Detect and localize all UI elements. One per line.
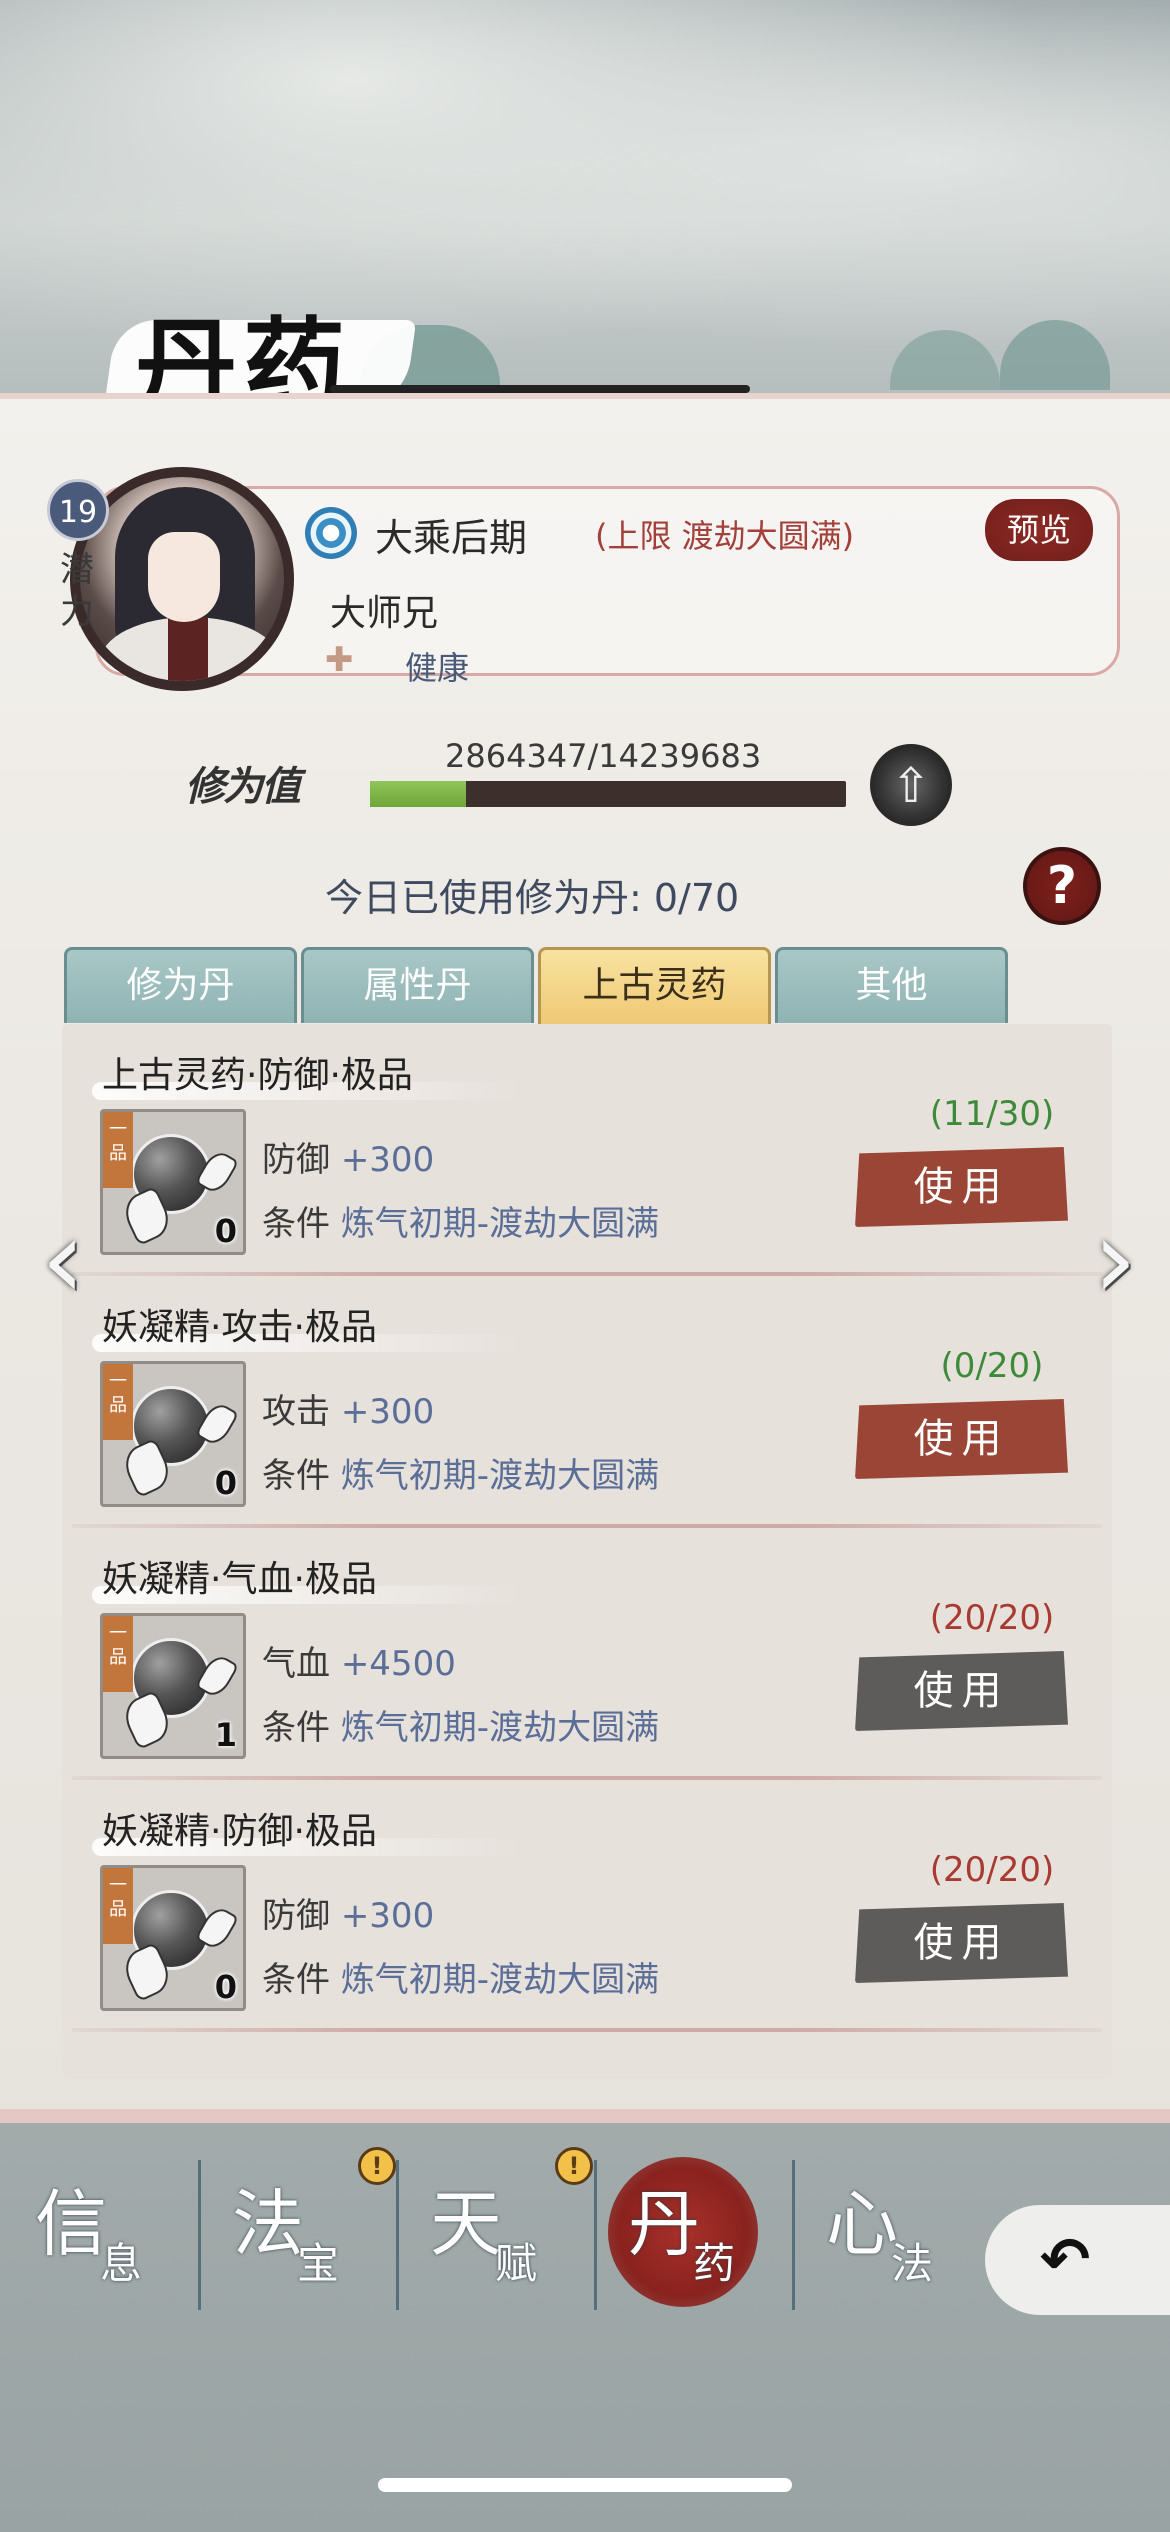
heart-plus-icon: ✚ <box>325 640 354 680</box>
chevron-right-icon[interactable]: › <box>1080 1204 1150 1314</box>
grade-tag: 一品 <box>103 1868 133 1944</box>
swirl-orb-icon <box>305 507 357 559</box>
nav-item-xinfa[interactable]: 心法 <box>796 2165 986 2315</box>
tab-other[interactable]: 其他 <box>775 947 1008 1023</box>
usage-count: (20/20) <box>929 1598 1055 1638</box>
item-effect: 气血 +4500 <box>262 1644 456 1684</box>
item-effect: 攻击 +300 <box>262 1392 435 1432</box>
nav-item-tianfu[interactable]: 天赋 <box>400 2165 590 2315</box>
item-list: 上古灵药·防御·极品 一品 0 防御 +300 条件 炼气初期-渡劫大圆满 (1… <box>62 1024 1112 2079</box>
realm-label: 大乘后期 <box>375 516 528 560</box>
use-button[interactable]: 使用 <box>855 1651 1068 1731</box>
cultivation-progress-bar <box>370 781 846 807</box>
level-badge: 19 <box>47 479 109 541</box>
item-name: 妖凝精·攻击·极品 <box>102 1307 377 1348</box>
alert-icon: ! <box>358 2147 396 2185</box>
cultivation-label: 修为值 <box>185 763 301 810</box>
list-item: 妖凝精·攻击·极品 一品 0 攻击 +300 条件 炼气初期-渡劫大圆满 (0/… <box>62 1276 1112 1528</box>
item-effect: 防御 +300 <box>262 1896 435 1936</box>
use-button[interactable]: 使用 <box>855 1903 1068 1983</box>
daily-usage: 今日已使用修为丹: 0/70 <box>325 876 740 920</box>
health-status: 健康 <box>405 649 470 687</box>
realm-cap: (上限 渡劫大圆满) <box>595 517 855 555</box>
item-count: 0 <box>214 1212 237 1250</box>
cultivation-progress-fill <box>370 781 466 807</box>
character-name: 大师兄 <box>330 593 439 634</box>
grade-tag: 一品 <box>103 1112 133 1188</box>
tab-shuxing[interactable]: 属性丹 <box>301 947 534 1023</box>
grade-tag: 一品 <box>103 1364 133 1440</box>
item-count: 1 <box>214 1716 237 1754</box>
main-panel: 19 潜力 大乘后期 (上限 渡劫大圆满) 预览 大师兄 ✚ 健康 修为值 28… <box>0 393 1170 2123</box>
list-item: 上古灵药·防御·极品 一品 0 防御 +300 条件 炼气初期-渡劫大圆满 (1… <box>62 1024 1112 1276</box>
chevron-left-icon[interactable]: ‹ <box>28 1204 98 1314</box>
pill-item-icon[interactable]: 一品 0 <box>100 1865 246 2011</box>
item-name: 上古灵药·防御·极品 <box>102 1055 413 1096</box>
nav-item-fabao[interactable]: 法宝 <box>202 2165 392 2315</box>
list-item: 妖凝精·防御·极品 一品 0 防御 +300 条件 炼气初期-渡劫大圆满 (20… <box>62 1780 1112 2032</box>
title-underline <box>330 385 750 393</box>
use-button[interactable]: 使用 <box>855 1399 1068 1479</box>
nav-item-danyao[interactable]: 丹药 <box>598 2165 788 2315</box>
item-condition: 条件 炼气初期-渡劫大圆满 <box>262 1960 660 2000</box>
item-name: 妖凝精·防御·极品 <box>102 1811 377 1852</box>
grade-tag: 一品 <box>103 1616 133 1692</box>
use-button[interactable]: 使用 <box>855 1147 1068 1227</box>
tab-bar: 修为丹 属性丹 上古灵药 其他 <box>64 947 1064 1027</box>
tab-shanggu[interactable]: 上古灵药 <box>538 947 771 1027</box>
usage-count: (11/30) <box>929 1094 1055 1134</box>
list-item: 妖凝精·气血·极品 一品 1 气血 +4500 条件 炼气初期-渡劫大圆满 (2… <box>62 1528 1112 1780</box>
preview-button[interactable]: 预览 <box>985 499 1093 561</box>
item-condition: 条件 炼气初期-渡劫大圆满 <box>262 1708 660 1748</box>
usage-count: (20/20) <box>929 1850 1055 1890</box>
item-effect: 防御 +300 <box>262 1140 435 1180</box>
question-icon[interactable]: ? <box>1023 847 1101 925</box>
pill-item-icon[interactable]: 一品 0 <box>100 1109 246 1255</box>
nav-item-info[interactable]: 信息 <box>5 2165 195 2315</box>
usage-count: (0/20) <box>940 1346 1044 1386</box>
potential-label: 潜力 <box>60 550 94 632</box>
pill-item-icon[interactable]: 一品 1 <box>100 1613 246 1759</box>
pill-item-icon[interactable]: 一品 0 <box>100 1361 246 1507</box>
item-count: 0 <box>214 1464 237 1502</box>
tab-xiuwei[interactable]: 修为丹 <box>64 947 297 1023</box>
item-count: 0 <box>214 1968 237 2006</box>
back-arrow-icon[interactable]: ↶ <box>985 2205 1170 2315</box>
item-condition: 条件 炼气初期-渡劫大圆满 <box>262 1204 660 1244</box>
home-indicator <box>378 2478 792 2492</box>
item-name: 妖凝精·气血·极品 <box>102 1559 377 1600</box>
item-condition: 条件 炼气初期-渡劫大圆满 <box>262 1456 660 1496</box>
up-arrow-icon[interactable]: ⇧ <box>870 744 952 826</box>
cultivation-value: 2864347/14239683 <box>445 737 762 775</box>
alert-icon: ! <box>555 2147 593 2185</box>
bottom-nav: 信息 法宝 ! 天赋 ! 丹药 心法 ↶ <box>0 2125 1170 2325</box>
